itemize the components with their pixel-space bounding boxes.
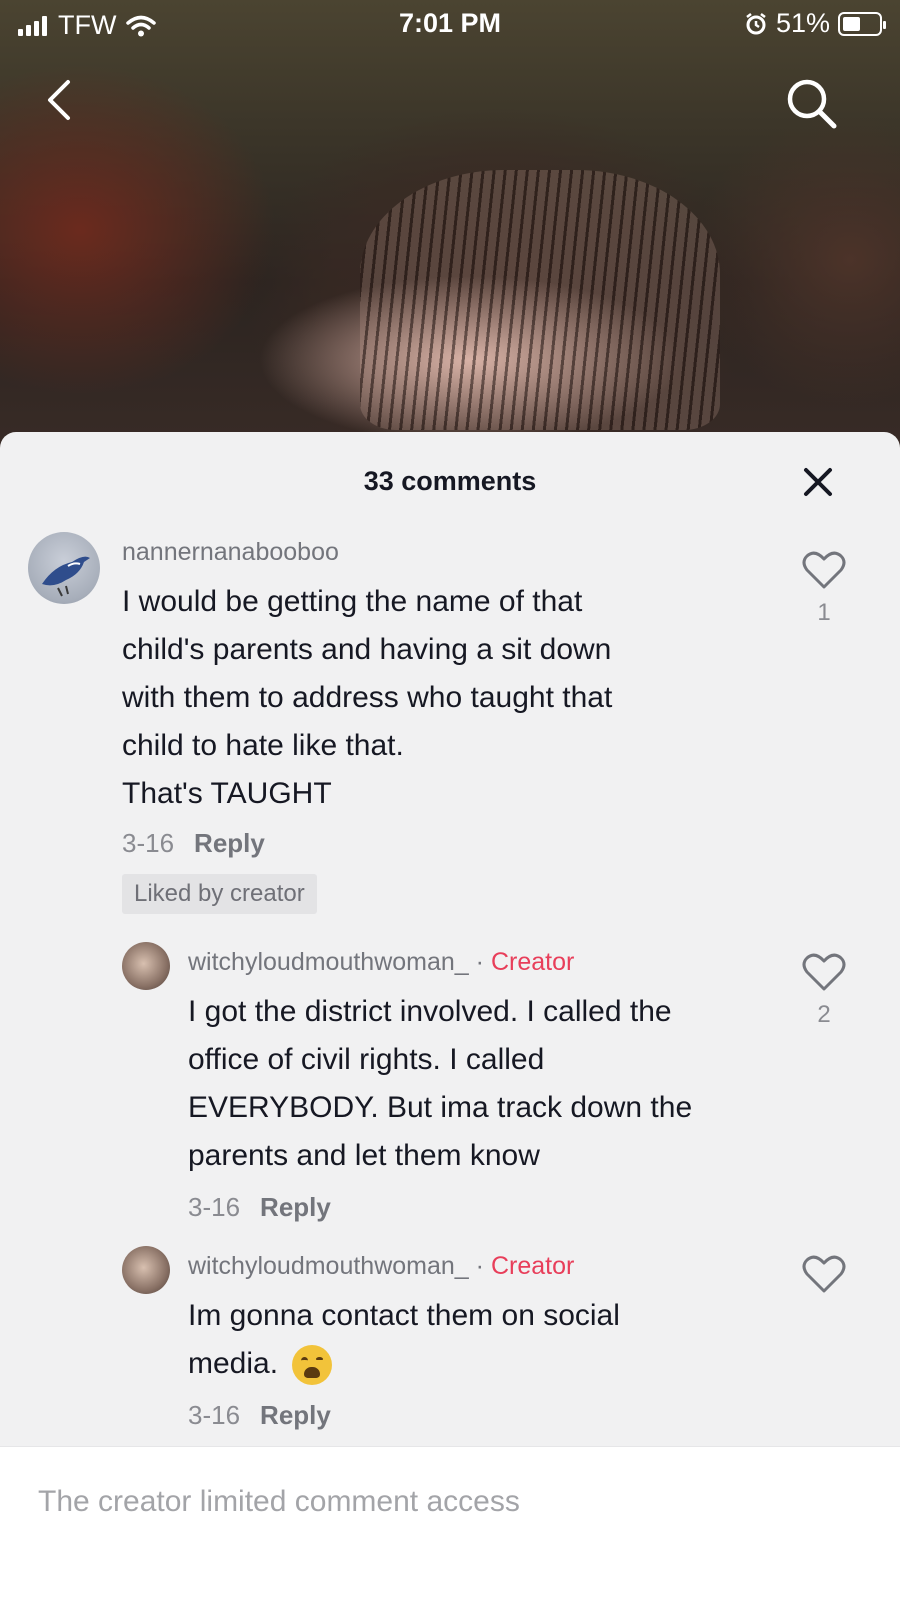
reply-button[interactable]: Reply [194,828,265,858]
comment-input-bar: The creator limited comment access [0,1446,900,1601]
reply-line: I got the district involved. I called th… [188,995,672,1028]
close-icon[interactable] [798,462,838,502]
status-right: 51% [744,8,886,39]
reply-username-text[interactable]: witchyloudmouthwoman_ [188,1252,469,1280]
liked-by-creator-badge: Liked by creator [122,874,317,914]
battery-icon [838,11,886,36]
alarm-icon [746,12,766,34]
reply-date: 3-16 [188,1400,241,1430]
separator-dot: · [475,1252,484,1280]
like-button[interactable] [799,1254,849,1299]
heart-icon[interactable] [802,1254,846,1294]
reply-date: 3-16 [188,1192,241,1222]
reply-line-with-emoji: media. [188,1340,620,1388]
reply-line: Im gonna contact them on social [188,1299,620,1332]
like-button[interactable]: 1 [799,550,849,627]
video-frame-detail [360,170,720,430]
comment-line: That's TAUGHT [122,777,332,810]
limited-comment-notice: The creator limited comment access [38,1485,520,1518]
heart-icon[interactable] [802,952,846,992]
search-icon[interactable] [784,76,838,130]
status-bar: TFW 7:01 PM 51% [0,0,900,50]
creator-tag: Creator [490,948,575,976]
reply-meta: 3-16 Reply [188,1400,331,1431]
comments-count-title: 33 comments [363,466,537,496]
avatar[interactable] [28,532,100,604]
like-button[interactable]: 2 [799,952,849,1029]
avatar[interactable] [122,1246,170,1294]
comment-meta: 3-16 Reply [122,828,265,859]
like-count: 2 [817,1001,831,1028]
reply-line: parents and let them know [188,1139,540,1172]
comment-text: I would be getting the name of that chil… [122,578,612,818]
reply-line: EVERYBODY. But ima track down the [188,1091,693,1124]
battery-percent: 51% [775,8,830,38]
like-count: 1 [817,599,831,626]
reply-meta: 3-16 Reply [188,1192,331,1223]
comment-line: child's parents and having a sit down [122,633,612,666]
comment-line: I would be getting the name of that [122,585,583,618]
reply-text: I got the district involved. I called th… [188,988,692,1180]
comment-username[interactable]: nannernanabooboo [122,538,339,567]
video-background [0,0,900,470]
reply-username[interactable]: witchyloudmouthwoman_ · Creator [188,1252,574,1281]
avatar[interactable] [122,942,170,990]
reply-username-text[interactable]: witchyloudmouthwoman_ [188,948,469,976]
reply-line: media. [188,1347,279,1380]
reply-button[interactable]: Reply [260,1192,331,1222]
reply-text: Im gonna contact them on social media. [188,1292,620,1388]
reply-username[interactable]: witchyloudmouthwoman_ · Creator [188,948,574,977]
comment-line: with them to address who taught that [122,681,613,714]
creator-tag: Creator [490,1252,575,1280]
reply-line: office of civil rights. I called [188,1043,545,1076]
chevron-left-icon[interactable] [40,78,80,122]
separator-dot: · [475,948,484,976]
comments-sheet: 33 comments nannernanabooboo I would be … [0,432,900,1473]
bird-avatar-icon [42,556,90,597]
heart-icon[interactable] [802,550,846,590]
comment-date: 3-16 [122,828,175,858]
comment-line: child to hate like that. [122,729,404,762]
reply-button[interactable]: Reply [260,1400,331,1430]
weary-face-emoji [292,1345,333,1386]
